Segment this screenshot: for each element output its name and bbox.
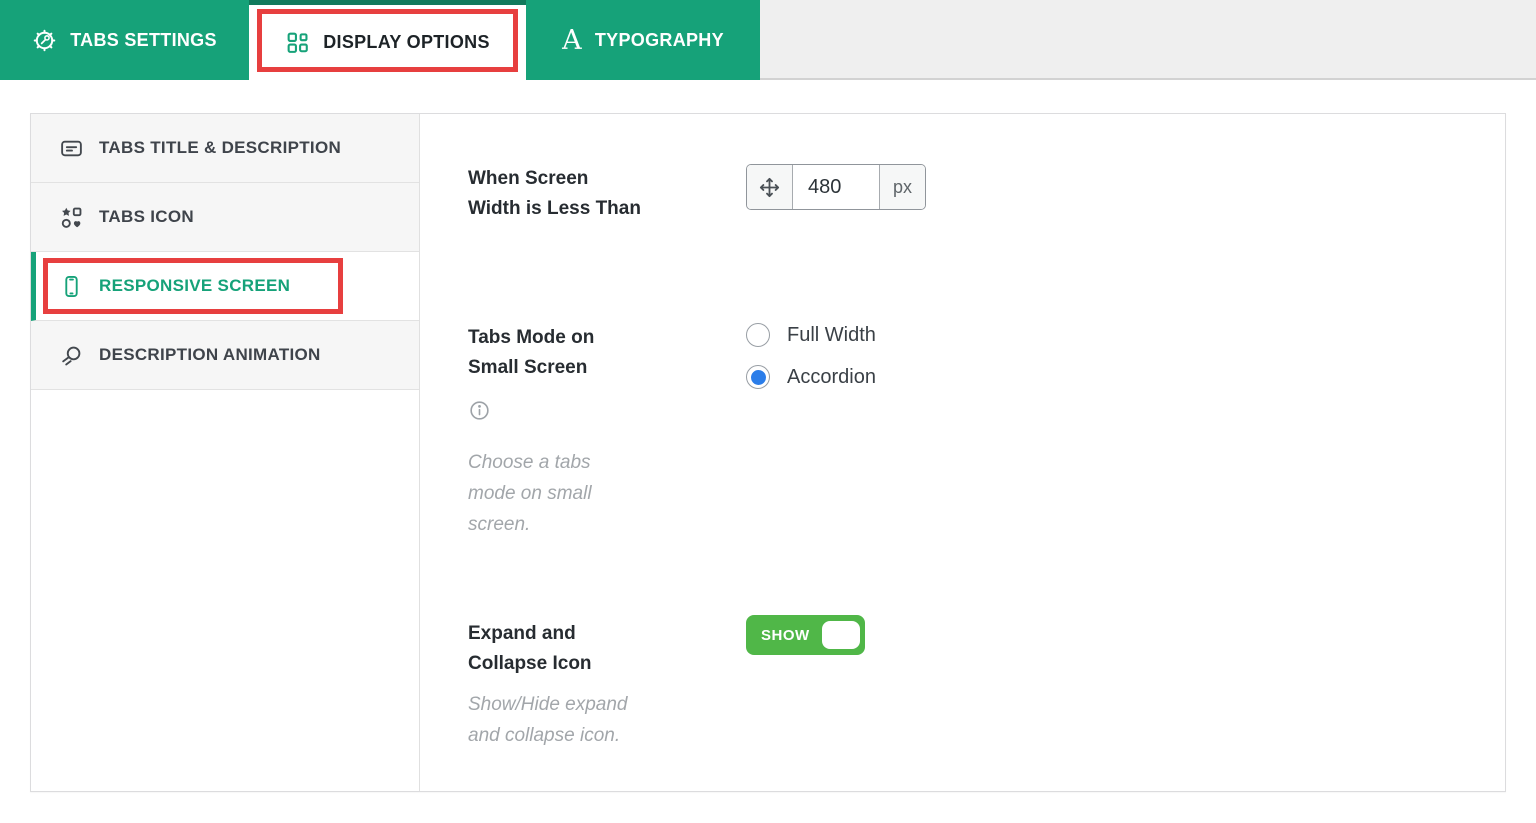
sidebar-item-label: DESCRIPTION ANIMATION	[99, 345, 321, 364]
sidebar-item-label: RESPONSIVE SCREEN	[99, 276, 291, 295]
field-screen-width: When Screen Width is Less Than px	[468, 164, 926, 224]
tabs-mode-options: Full Width Accordion	[746, 323, 876, 389]
unit-label: px	[879, 165, 925, 209]
screen-width-input-group: px	[746, 164, 926, 210]
tab-label: DISPLAY OPTIONS	[323, 32, 490, 52]
tab-typography[interactable]: A TYPOGRAPHY	[526, 0, 760, 80]
field-label: When Screen Width is Less Than	[468, 168, 641, 219]
radio-label: Accordion	[787, 365, 876, 388]
settings-panel: TABS TITLE & DESCRIPTION TABS ICON RESPO…	[30, 113, 1506, 792]
field-tabs-mode: Tabs Mode on Small Screen Choose a tabs …	[468, 323, 876, 540]
sidebar-item-tabs-icon[interactable]: TABS ICON	[31, 183, 419, 252]
tab-display-options[interactable]: DISPLAY OPTIONS	[249, 0, 526, 80]
toggle-state-label: SHOW	[761, 626, 810, 644]
letter-a-icon: A	[562, 24, 582, 56]
sidebar-item-label: TABS ICON	[99, 207, 194, 226]
settings-gear-wrench-icon	[32, 28, 57, 53]
settings-content: When Screen Width is Less Than px	[420, 114, 1505, 791]
toggle-knob[interactable]	[822, 621, 860, 649]
show-hide-toggle[interactable]: SHOW	[746, 615, 865, 655]
smartphone-icon	[59, 274, 84, 299]
field-help-text: Show/Hide expand and collapse icon.	[468, 694, 628, 746]
radio-circle-selected[interactable]	[746, 365, 770, 389]
motion-icon	[59, 343, 84, 368]
grid-squares-icon	[285, 30, 310, 55]
tab-label: TYPOGRAPHY	[594, 29, 724, 50]
screen-width-input[interactable]	[793, 165, 879, 209]
info-icon[interactable]	[468, 399, 618, 427]
field-label: Expand and Collapse Icon	[468, 623, 592, 674]
field-expand-collapse-icon: Expand and Collapse Icon Show/Hide expan…	[468, 615, 865, 751]
field-help-text: Choose a tabs mode on small screen.	[468, 452, 592, 535]
tab-bar-filler	[760, 0, 1536, 80]
top-tab-bar: TABS SETTINGS DISPLAY OPTIONS A TYPOGRAP…	[0, 0, 1536, 80]
text-card-icon	[59, 136, 84, 161]
field-label: Tabs Mode on Small Screen	[468, 327, 595, 378]
tab-label: TABS SETTINGS	[70, 29, 217, 50]
radio-full-width[interactable]: Full Width	[746, 323, 876, 347]
sidebar-item-label: TABS TITLE & DESCRIPTION	[99, 138, 342, 157]
radio-label: Full Width	[787, 323, 876, 346]
shapes-icon	[59, 205, 84, 230]
radio-circle[interactable]	[746, 323, 770, 347]
sidebar-item-responsive-screen[interactable]: RESPONSIVE SCREEN	[31, 252, 419, 321]
sidebar: TABS TITLE & DESCRIPTION TABS ICON RESPO…	[31, 114, 420, 791]
radio-accordion[interactable]: Accordion	[746, 365, 876, 389]
tab-tabs-settings[interactable]: TABS SETTINGS	[0, 0, 249, 80]
sidebar-item-tabs-title-description[interactable]: TABS TITLE & DESCRIPTION	[31, 114, 419, 183]
drag-handle-move-icon[interactable]	[747, 165, 793, 209]
sidebar-item-description-animation[interactable]: DESCRIPTION ANIMATION	[31, 321, 419, 390]
